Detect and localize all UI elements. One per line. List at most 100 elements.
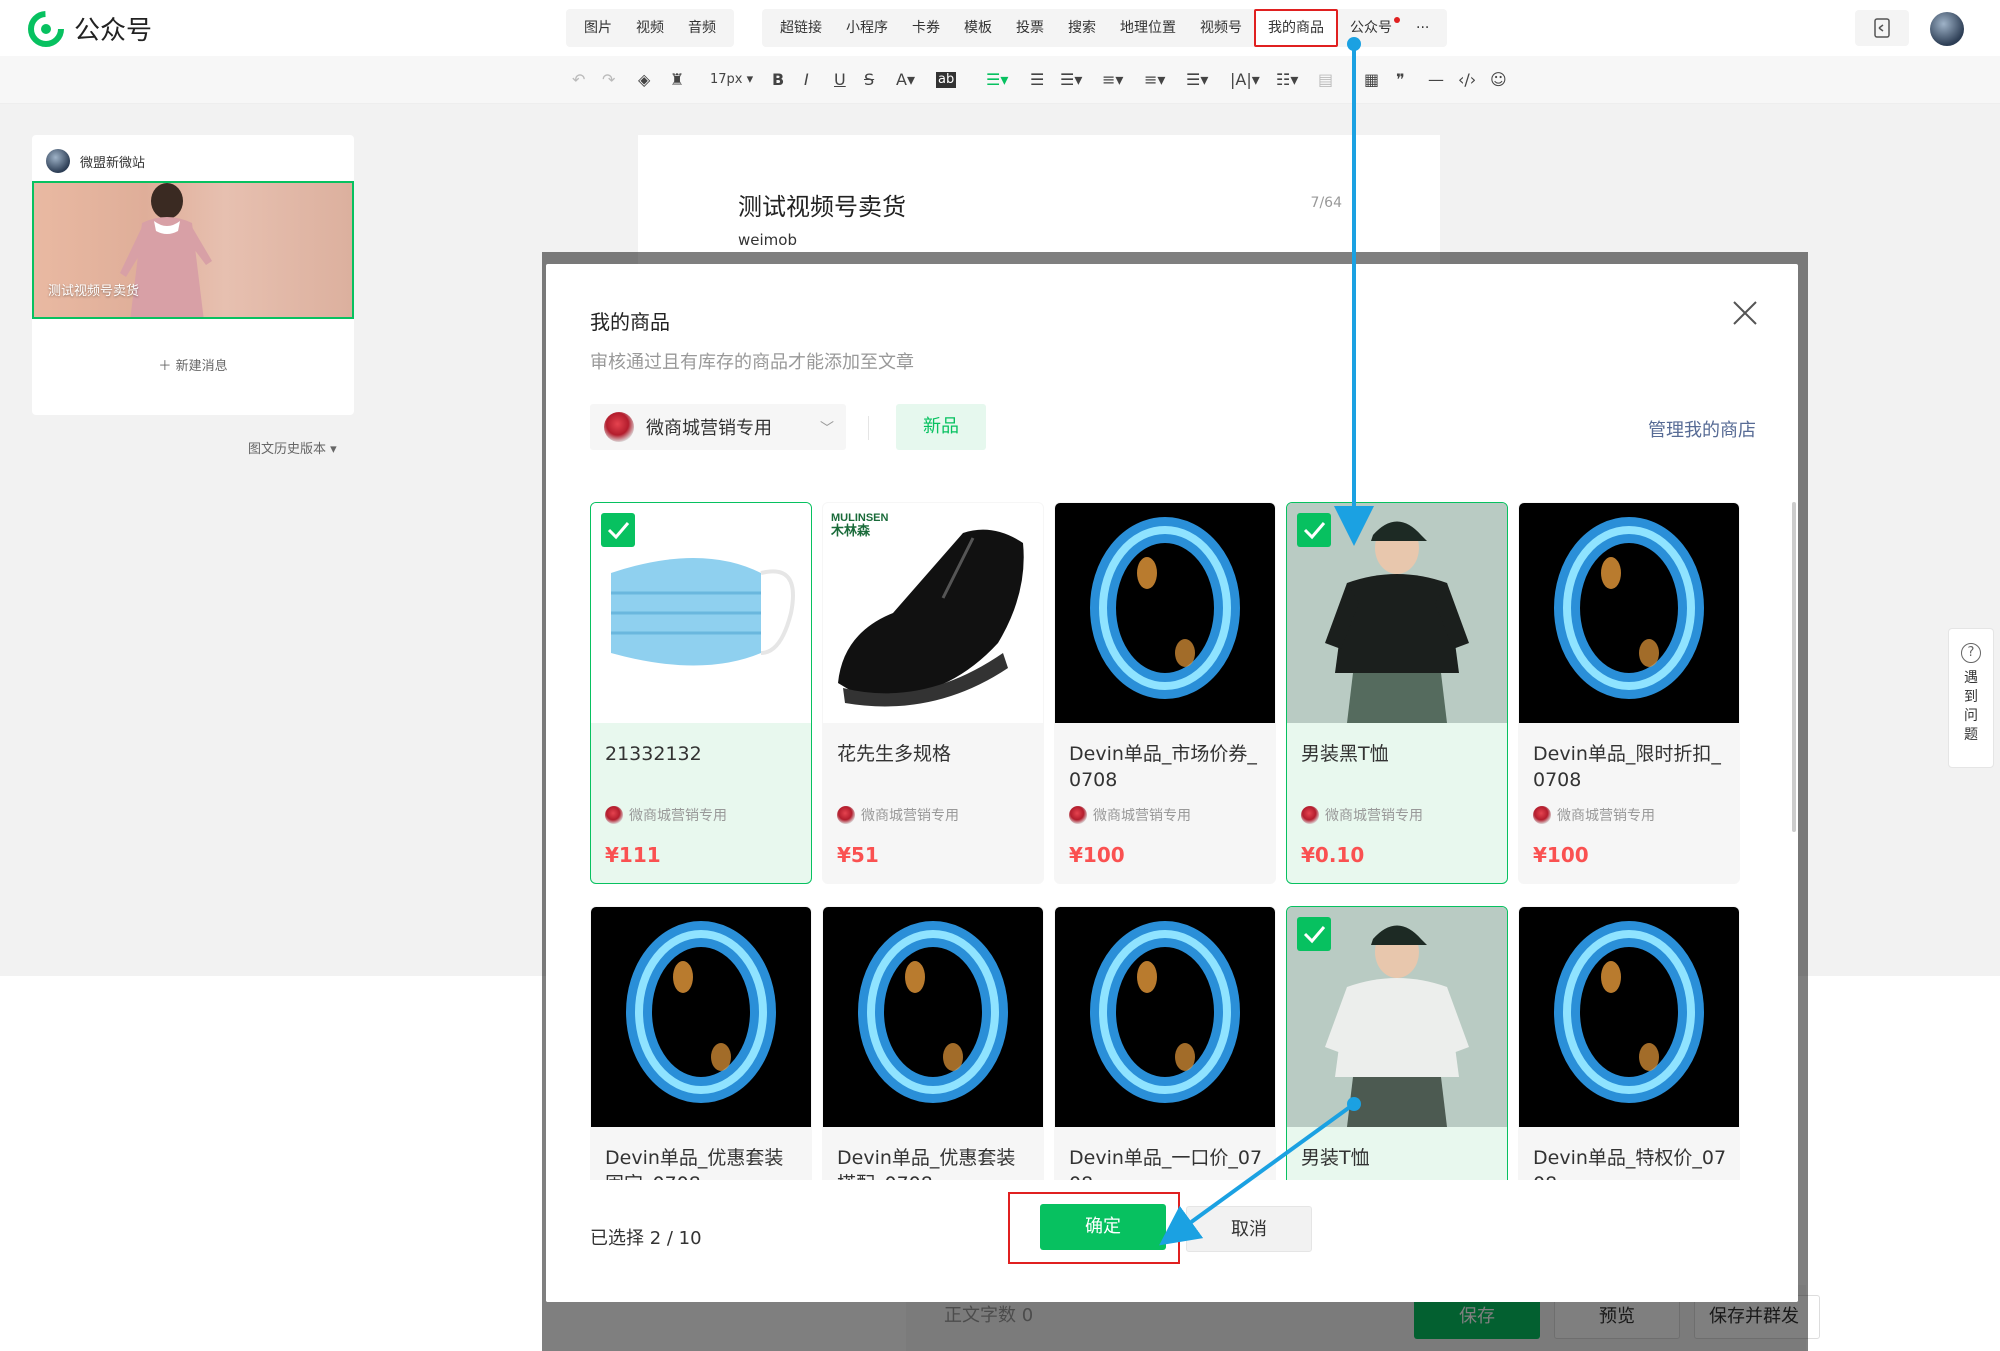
title-char-count: 7/64: [1310, 195, 1342, 211]
product-card[interactable]: Devin单品_市场价券_0708 微商城营销专用 ¥100: [1054, 502, 1276, 884]
product-card[interactable]: Devin单品_一口价_0708: [1054, 906, 1276, 1180]
product-card[interactable]: 男装黑T恤 微商城营销专用 ¥0.10: [1286, 502, 1508, 884]
product-card[interactable]: Devin单品_特权价_0708: [1518, 906, 1740, 1180]
checkbox-checked-icon[interactable]: [1297, 513, 1331, 547]
letter-spacing-icon[interactable]: ☰▾: [1186, 68, 1208, 92]
product-shop-name: 微商城营销专用: [1325, 808, 1423, 824]
product-card[interactable]: Devin单品_限时折扣_0708 微商城营销专用 ¥100: [1518, 502, 1740, 884]
logo[interactable]: 公众号: [28, 10, 152, 47]
menu-video[interactable]: 视频: [624, 9, 676, 47]
article-title-input[interactable]: 测试视频号卖货: [738, 187, 906, 222]
product-price: ¥100: [1533, 843, 1589, 867]
close-icon[interactable]: [1728, 296, 1762, 330]
confirm-button[interactable]: 确定: [1040, 1204, 1166, 1250]
shop-avatar: [1069, 806, 1087, 824]
shop-avatar: [604, 412, 634, 442]
author-input[interactable]: weimob: [738, 231, 797, 249]
divider-icon[interactable]: —: [1428, 68, 1444, 92]
product-price: ¥0.10: [1301, 843, 1365, 867]
user-avatar[interactable]: [1930, 12, 1964, 46]
help-widget[interactable]: ? 遇到问题: [1948, 628, 1994, 768]
selected-count: 已选择 2 / 10: [590, 1228, 702, 1249]
quote-icon[interactable]: ❞: [1396, 68, 1405, 92]
editor-toolbar: ↶ ↷ ◈ ♜ 17px ▾ B I U S A▾ ab ☰▾ ☰ ☰▾ ≡▾ …: [0, 56, 2000, 104]
product-image: [1519, 907, 1739, 1127]
manage-shop-link[interactable]: 管理我的商店: [1648, 416, 1756, 442]
history-label: 图文历史版本: [248, 442, 327, 457]
menu-mini-program[interactable]: 小程序: [834, 9, 900, 47]
scrollbar[interactable]: [1792, 502, 1796, 832]
checkbox-checked-icon[interactable]: [601, 513, 635, 547]
product-name: 21332132: [605, 743, 702, 765]
divider: [868, 416, 869, 440]
bold-icon[interactable]: B: [772, 68, 784, 92]
redo-icon[interactable]: ↷: [602, 68, 615, 92]
product-grid: 21332132 微商城营销专用 ¥111 MULINSEN 木林森花先生多规格微商城营…: [546, 502, 1798, 1180]
text-direction-icon[interactable]: |A|▾: [1230, 68, 1260, 92]
align-center-icon[interactable]: ☰▾: [986, 68, 1008, 92]
shop-avatar: [605, 806, 623, 824]
brand-en: MULINSEN: [831, 512, 889, 524]
undo-icon[interactable]: ↶: [572, 68, 585, 92]
cancel-button[interactable]: 取消: [1186, 1206, 1312, 1252]
product-shop: 微商城营销专用: [1069, 805, 1191, 825]
checkbox-checked-icon[interactable]: [1297, 917, 1331, 951]
product-card[interactable]: MULINSEN 木林森 花先生多规格 微商城营销专用 ¥51: [822, 502, 1044, 884]
table-icon[interactable]: ▦: [1364, 68, 1379, 92]
cover-title: 测试视频号卖货: [48, 284, 140, 299]
underline-icon[interactable]: U: [834, 68, 846, 92]
product-shop-name: 微商城营销专用: [629, 808, 727, 824]
strikethrough-icon[interactable]: S: [864, 68, 874, 92]
dialog-title: 我的商品: [590, 310, 670, 334]
product-name: 花先生多规格: [837, 743, 952, 765]
product-image: [1055, 907, 1275, 1127]
menu-coupon[interactable]: 卡券: [900, 9, 952, 47]
product-shop: 微商城营销专用: [1533, 805, 1655, 825]
product-price: ¥111: [605, 843, 661, 867]
font-color-icon[interactable]: A▾: [896, 68, 915, 92]
app-name: 公众号: [74, 16, 153, 46]
chevron-down-icon: ﹀: [820, 421, 834, 437]
new-product-button[interactable]: 新品: [896, 404, 986, 450]
code-icon[interactable]: ‹/›: [1458, 68, 1476, 92]
italic-icon[interactable]: I: [804, 68, 809, 92]
shop-select[interactable]: 微商城营销专用 ﹀: [590, 404, 846, 450]
media-menu-group: 图片 视频 音频: [566, 9, 734, 47]
product-name: Devin单品_优惠套装固定_0708: [605, 1147, 784, 1180]
product-card[interactable]: 21332132 微商城营销专用 ¥111: [590, 502, 812, 884]
list-icon[interactable]: ☷▾: [1276, 68, 1298, 92]
menu-location[interactable]: 地理位置: [1108, 9, 1188, 47]
spacing-icon[interactable]: ≡▾: [1144, 68, 1165, 92]
product-card[interactable]: 男装T恤: [1286, 906, 1508, 1180]
emoji-icon[interactable]: ☺: [1490, 68, 1507, 92]
eraser-icon[interactable]: ◈: [638, 68, 650, 92]
mobile-preview-button[interactable]: [1855, 10, 1909, 46]
dialog-footer: 已选择 2 / 10 确定 取消: [546, 1180, 1798, 1302]
menu-my-products[interactable]: 我的商品: [1254, 9, 1338, 47]
paragraph-spacing-icon[interactable]: ☰▾: [1060, 68, 1082, 92]
product-image: MULINSEN 木林森: [823, 503, 1043, 723]
format-painter-icon[interactable]: ♜: [670, 68, 684, 92]
product-card[interactable]: Devin单品_优惠套装搭配_0708: [822, 906, 1044, 1180]
menu-channels[interactable]: 视频号: [1188, 9, 1254, 47]
menu-search[interactable]: 搜索: [1056, 9, 1108, 47]
menu-official-account[interactable]: 公众号: [1338, 9, 1404, 47]
menu-image[interactable]: 图片: [572, 9, 624, 47]
product-card[interactable]: Devin单品_优惠套装固定_0708: [590, 906, 812, 1180]
menu-template[interactable]: 模板: [952, 9, 1004, 47]
font-size-select[interactable]: 17px ▾: [710, 68, 753, 92]
background-color-icon[interactable]: ab: [936, 72, 957, 88]
brand-cn: 木林森: [830, 523, 871, 539]
history-version-button[interactable]: 图文历史版本 ▾: [248, 438, 337, 457]
menu-more[interactable]: ···: [1404, 9, 1441, 47]
article-cover[interactable]: 测试视频号卖货: [32, 181, 354, 319]
font-size-value: 17px: [710, 72, 743, 87]
indent-icon[interactable]: ☰: [1030, 68, 1044, 92]
line-height-icon[interactable]: ≡▾: [1102, 68, 1123, 92]
menu-audio[interactable]: 音频: [676, 9, 728, 47]
article-list-panel: 微盟新微站 测试视频号卖货 ＋ 新建消息: [32, 135, 354, 415]
menu-vote[interactable]: 投票: [1004, 9, 1056, 47]
product-shop-name: 微商城营销专用: [1093, 808, 1191, 824]
menu-hyperlink[interactable]: 超链接: [768, 9, 834, 47]
new-message-button[interactable]: ＋ 新建消息: [32, 355, 354, 374]
